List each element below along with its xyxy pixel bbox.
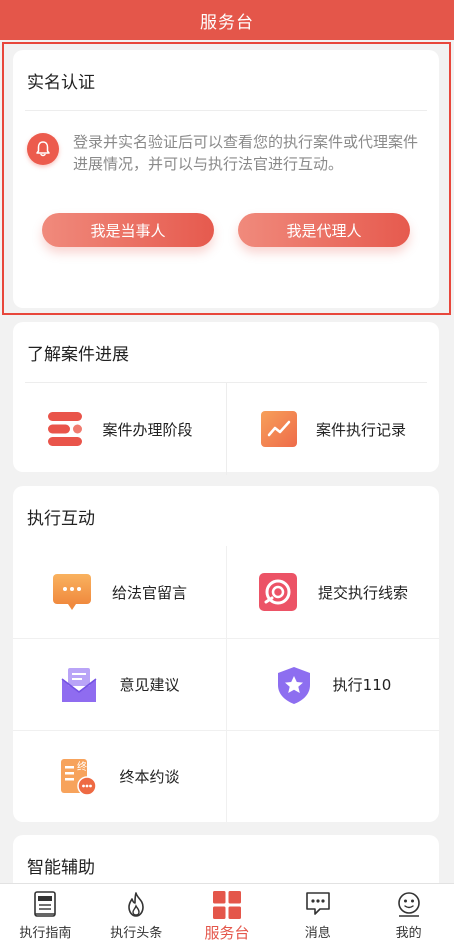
- empty-cell: [226, 730, 439, 822]
- interact-title: 执行互动: [27, 508, 95, 529]
- message-icon: [52, 572, 92, 612]
- submit-clue-item[interactable]: 提交执行线索: [226, 546, 439, 638]
- interact-card: 执行互动 给法官留言 提交执行线索 意见建议 执行110 终 终本约谈: [13, 486, 439, 822]
- case-stages-item[interactable]: 案件办理阶段: [13, 383, 226, 475]
- page-title: 服务台: [200, 12, 254, 33]
- nav-guide-label: 执行指南: [19, 926, 72, 941]
- nav-messages[interactable]: 消息: [272, 884, 363, 952]
- suggestion-item[interactable]: 意见建议: [13, 638, 226, 730]
- nav-profile[interactable]: 我的: [363, 884, 454, 952]
- message-judge-label: 给法官留言: [111, 583, 187, 602]
- exec-110-label: 执行110: [332, 676, 392, 694]
- final-interview-label: 终本约谈: [119, 768, 180, 786]
- progress-card: 了解案件进展 案件办理阶段 案件执行记录: [13, 322, 439, 475]
- message-judge-item[interactable]: 给法官留言: [13, 546, 226, 638]
- case-records-label: 案件执行记录: [315, 420, 406, 439]
- bottom-nav: 执行指南 执行头条 服务台 消息 我的: [0, 883, 454, 952]
- grid-icon: [212, 891, 241, 919]
- exec-110-item[interactable]: 执行110: [226, 638, 439, 730]
- case-records-item[interactable]: 案件执行记录: [226, 383, 439, 475]
- svg-text:终: 终: [77, 760, 87, 773]
- interview-icon: 终: [59, 757, 99, 797]
- nav-messages-label: 消息: [304, 926, 331, 941]
- face-icon: [397, 892, 420, 917]
- nav-service[interactable]: 服务台: [182, 884, 273, 952]
- suggestion-label: 意见建议: [119, 676, 180, 694]
- clue-icon: [258, 572, 298, 612]
- final-interview-item[interactable]: 终 终本约谈: [13, 730, 226, 822]
- progress-title: 了解案件进展: [27, 344, 129, 365]
- nav-guide[interactable]: 执行指南: [0, 884, 91, 952]
- highlight-box: [2, 42, 451, 315]
- flame-icon: [128, 892, 144, 917]
- nav-profile-label: 我的: [395, 926, 422, 941]
- submit-clue-label: 提交执行线索: [317, 583, 408, 602]
- stages-icon: [46, 411, 84, 447]
- top-bar: 服务台: [0, 0, 454, 40]
- nav-service-label: 服务台: [204, 924, 250, 942]
- nav-headlines[interactable]: 执行头条: [91, 884, 182, 952]
- trend-icon: [260, 410, 298, 448]
- mail-icon: [59, 665, 99, 705]
- chat-icon: [305, 892, 330, 915]
- guide-icon: [34, 891, 57, 917]
- shield-star-icon: [275, 665, 313, 705]
- case-stages-label: 案件办理阶段: [102, 420, 193, 439]
- nav-headlines-label: 执行头条: [110, 926, 163, 941]
